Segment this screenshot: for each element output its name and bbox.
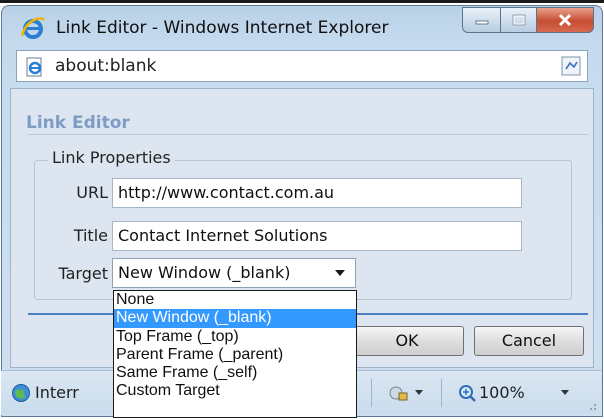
cancel-button[interactable]: Cancel [474,326,584,356]
compatibility-view-icon[interactable] [559,54,583,78]
security-zone-icon[interactable] [387,383,409,403]
address-bar[interactable]: about:blank [16,50,588,82]
title-input[interactable]: Contact Internet Solutions [112,221,522,251]
resize-grip-icon[interactable] [585,399,597,411]
dialog-title: Link Editor [26,113,130,133]
status-divider [441,379,442,407]
chevron-down-icon[interactable] [561,390,569,395]
dropdown-option[interactable]: None [114,291,356,309]
target-label: Target [58,264,109,283]
zoom-icon[interactable] [457,383,477,403]
title-label: Title [73,226,108,245]
url-label: URL [76,183,108,202]
dropdown-option[interactable]: Same Frame (_self) [114,364,356,382]
chevron-down-icon [335,270,345,276]
status-divider [371,379,372,407]
url-input[interactable]: http://www.contact.com.au [112,178,522,208]
zoom-level[interactable]: 100% [479,383,525,402]
minimize-button[interactable] [462,7,500,33]
dropdown-option-selected[interactable]: New Window (_blank) [114,309,356,328]
group-legend: Link Properties [48,148,175,167]
close-button[interactable] [536,7,594,33]
ie-page-icon [26,57,42,77]
ie-logo-icon [20,17,45,39]
dropdown-option[interactable]: Parent Frame (_parent) [114,346,356,364]
dropdown-option[interactable]: Top Frame (_top) [114,328,356,346]
minimize-icon [475,20,488,25]
close-icon [558,13,572,27]
globe-icon [12,384,30,402]
maximize-icon [512,14,525,26]
maximize-button[interactable] [500,7,536,33]
dropdown-option[interactable]: Custom Target [114,382,356,400]
window-title: Link Editor - Windows Internet Explorer [56,18,389,38]
ok-button[interactable]: OK [350,326,464,356]
address-url: about:blank [55,56,157,76]
status-zone-text: Interr [35,383,79,402]
target-dropdown-list: None New Window (_blank) Top Frame (_top… [113,290,357,418]
dialog-title-divider [28,134,588,135]
title-bar[interactable]: Link Editor - Windows Internet Explorer [2,6,602,46]
chevron-down-icon[interactable] [415,390,423,395]
target-select-value: New Window (_blank) [118,263,291,282]
target-select[interactable]: New Window (_blank) [112,258,356,288]
window-controls [462,7,594,33]
